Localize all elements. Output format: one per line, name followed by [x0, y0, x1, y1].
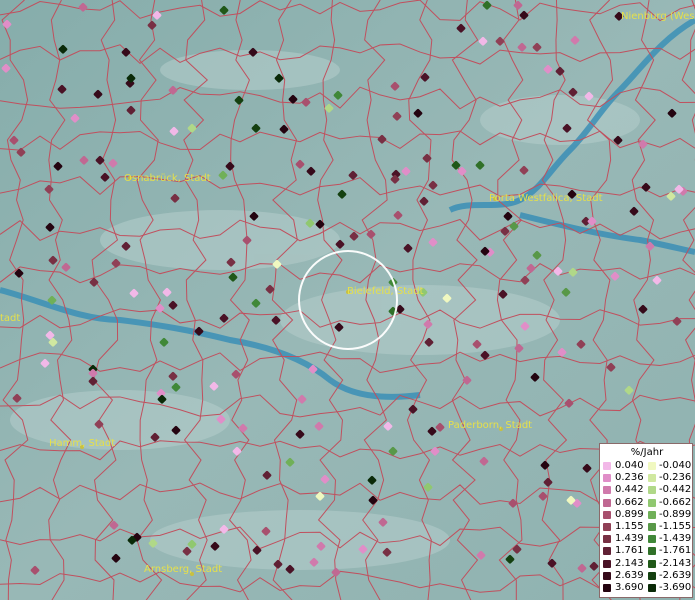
city-label-paderborn[interactable]: Paderborn, Stadt: [448, 420, 532, 432]
map-background: [0, 0, 695, 600]
legend-value: -0.442: [659, 484, 692, 496]
legend-value: -0.662: [659, 496, 692, 508]
legend-swatch: [648, 474, 656, 483]
legend-row: 0.662 -0.662: [602, 497, 692, 508]
legend-swatch: [648, 486, 656, 495]
legend-swatch: [648, 571, 656, 580]
city-label-porta-westfalica[interactable]: Porta Westfalica, Stadt: [489, 193, 603, 205]
legend-value: -3.690: [659, 582, 692, 593]
legend-swatch: [648, 559, 656, 568]
legend-row: 1.439 -1.439: [602, 533, 692, 544]
legend-swatch: [603, 535, 611, 544]
legend-row: 0.236 -0.236: [602, 472, 692, 483]
legend: %/Jahr 0.040 -0.040 0.236 -0.236 0.442 -0.442…: [599, 443, 693, 598]
legend-row: 0.442 -0.442: [602, 484, 692, 495]
legend-swatch: [648, 498, 656, 507]
legend-swatch: [648, 535, 656, 544]
city-label-osnabrueck[interactable]: Osnabrück, Stadt: [124, 173, 211, 185]
legend-value: -2.639: [659, 569, 692, 581]
legend-value: -1.761: [659, 545, 692, 557]
legend-value: 0.662: [615, 496, 644, 508]
legend-swatch: [603, 559, 611, 568]
legend-value: -2.143: [659, 557, 692, 569]
legend-value: 1.439: [615, 533, 644, 545]
legend-swatch: [603, 462, 611, 470]
legend-value: -1.155: [659, 521, 692, 532]
legend-value: 0.040: [615, 460, 644, 471]
city-label-arnsberg[interactable]: Arnsberg, Stadt: [144, 564, 222, 576]
legend-row: 0.040 -0.040: [602, 460, 692, 471]
legend-value: 1.761: [615, 545, 644, 557]
legend-value: -1.439: [659, 533, 692, 545]
legend-row: 1.155 -1.155: [602, 521, 692, 532]
legend-value: -0.899: [659, 508, 692, 520]
legend-value: 1.155: [615, 521, 644, 532]
legend-swatch: [603, 523, 611, 531]
legend-row: 1.761 -1.761: [602, 545, 692, 556]
legend-swatch: [603, 510, 611, 519]
legend-value: 0.899: [615, 508, 644, 520]
legend-row: 3.690 -3.690: [602, 582, 692, 593]
legend-swatch: [648, 523, 656, 531]
legend-value: 2.143: [615, 557, 644, 569]
legend-swatch: [603, 571, 611, 580]
city-label-hamm[interactable]: Hamm, Stadt: [49, 438, 115, 450]
city-label-nienburg[interactable]: Nienburg (Wes: [621, 11, 694, 23]
legend-swatch: [648, 510, 656, 519]
legend-title: %/Jahr: [630, 447, 664, 458]
legend-swatch: [603, 584, 611, 592]
legend-value: 0.236: [615, 472, 644, 484]
city-label-partial[interactable]: tadt: [0, 313, 20, 325]
map-view[interactable]: Osnabrück, Stadt Bielefeld, Stadt Porta …: [0, 0, 695, 600]
legend-row: 2.639 -2.639: [602, 570, 692, 581]
legend-value: 3.690: [615, 582, 644, 593]
legend-swatch: [603, 547, 611, 556]
legend-swatch: [648, 547, 656, 556]
legend-value: 2.639: [615, 569, 644, 581]
legend-value: -0.236: [659, 472, 692, 484]
legend-value: 0.442: [615, 484, 644, 496]
legend-row: 2.143 -2.143: [602, 558, 692, 569]
legend-value: -0.040: [659, 460, 692, 471]
legend-swatch: [603, 498, 611, 507]
legend-swatch: [648, 462, 656, 470]
legend-swatch: [603, 474, 611, 483]
city-label-bielefeld[interactable]: Bielefeld, Stadt: [347, 286, 424, 298]
legend-row: 0.899 -0.899: [602, 509, 692, 520]
legend-swatch: [648, 584, 656, 592]
legend-swatch: [603, 486, 611, 495]
